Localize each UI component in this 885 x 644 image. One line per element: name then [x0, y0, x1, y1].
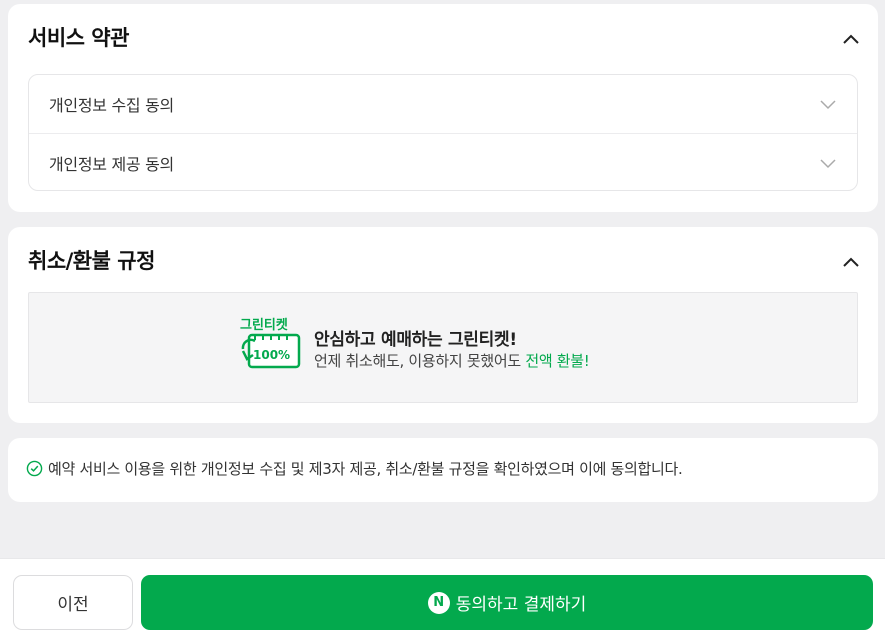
terms-section-title: 서비스 약관 — [28, 26, 129, 50]
agree-and-pay-label: 동의하고 결제하기 — [455, 595, 587, 615]
agreement-card: 예약 서비스 이용을 위한 개인정보 수집 및 제3자 제공, 취소/환불 규정… — [8, 438, 878, 502]
terms-card: 서비스 약관 개인정보 수집 동의 개인정보 제공 동의 — [8, 4, 878, 212]
refund-section-title: 취소/환불 규정 — [28, 249, 155, 273]
refund-collapse-button[interactable] — [838, 249, 864, 275]
agree-and-pay-button[interactable]: N 동의하고 결제하기 — [141, 575, 873, 630]
check-circle-icon — [26, 460, 43, 477]
naver-pay-icon: N — [427, 591, 450, 614]
terms-item-privacy-provision[interactable]: 개인정보 제공 동의 — [29, 133, 857, 190]
terms-collapse-button[interactable] — [838, 26, 864, 52]
terms-item-label: 개인정보 제공 동의 — [49, 154, 174, 174]
banner-title: 안심하고 예매하는 그린티켓! — [314, 330, 517, 350]
chevron-up-icon — [843, 34, 859, 44]
green-ticket-banner: 그린티켓 100% 안심하고 예매하는 그린티켓! 언제 취소해도, 이용하지 … — [28, 292, 858, 403]
previous-button[interactable]: 이전 — [13, 575, 133, 630]
terms-list: 개인정보 수집 동의 개인정보 제공 동의 — [28, 74, 858, 191]
logo-badge-text: 100% — [253, 348, 290, 362]
agreement-text: 예약 서비스 이용을 위한 개인정보 수집 및 제3자 제공, 취소/환불 규정… — [48, 460, 683, 478]
banner-subtitle-highlight: 전액 환불! — [525, 352, 590, 370]
chevron-down-icon — [820, 100, 836, 110]
chevron-up-icon — [843, 257, 859, 267]
agreement-checkbox[interactable]: 예약 서비스 이용을 위한 개인정보 수집 및 제3자 제공, 취소/환불 규정… — [26, 458, 683, 479]
terms-item-label: 개인정보 수집 동의 — [49, 96, 174, 115]
banner-subtitle: 언제 취소해도, 이용하지 못했어도 전액 환불! — [314, 350, 590, 371]
logo-text: 그린티켓 — [240, 317, 288, 333]
refund-card: 취소/환불 규정 그린티켓 100% 안심하고 예매하는 그린티켓! 언제 취소… — [8, 227, 878, 423]
chevron-down-icon — [820, 158, 836, 168]
previous-button-label: 이전 — [57, 595, 89, 615]
banner-subtitle-text: 언제 취소해도, 이용하지 못했어도 — [314, 352, 526, 370]
bottom-action-bar: 이전 N 동의하고 결제하기 — [0, 558, 885, 644]
green-ticket-logo: 그린티켓 100% — [240, 317, 301, 369]
terms-item-privacy-collection[interactable]: 개인정보 수집 동의 — [29, 75, 857, 133]
